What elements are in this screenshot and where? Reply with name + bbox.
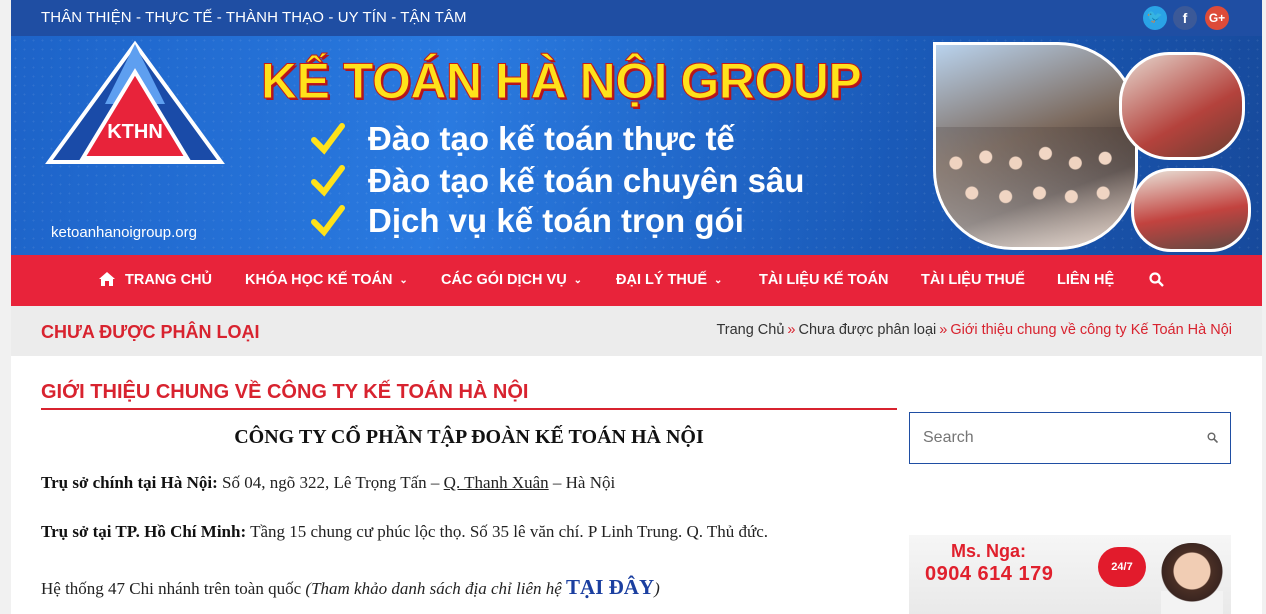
page: THÂN THIỆN - THỰC TẾ - THÀNH THẠO - UY T… xyxy=(0,0,1266,614)
support-agent-image xyxy=(1161,543,1223,614)
title-divider xyxy=(41,408,897,410)
breadcrumb: Trang Chủ» Chưa được phân loại» Giới thiệu… xyxy=(716,322,1232,338)
breadcrumb-category-link[interactable]: Chưa được phân loại xyxy=(798,322,936,338)
hcm-address: Tầng 15 chung cư phúc lộc thọ. Số 35 lê … xyxy=(246,522,769,541)
main-nav: TRANG CHỦ KHÓA HỌC KẾ TOÁN ⌄ CÁC GÓI DỊCH… xyxy=(11,255,1262,306)
thanh-xuan-link[interactable]: Q. Thanh Xuân xyxy=(444,473,549,492)
branches-text: Hệ thống 47 Chi nhánh trên toàn quốc xyxy=(41,579,306,598)
classroom-photo xyxy=(1119,52,1245,160)
nav-item-tax-docs[interactable]: TÀI LIỆU THUẾ xyxy=(921,272,1025,288)
contact-name: Ms. Nga: xyxy=(951,541,1027,561)
hq-hcm-paragraph: Trụ sở tại TP. Hồ Chí Minh: Tầng 15 chun… xyxy=(41,522,768,542)
branches-note: (Tham khảo danh sách địa chỉ liên hệ xyxy=(305,579,567,598)
hq-city: – Hà Nội xyxy=(548,473,616,492)
nav-item-home[interactable]: TRANG CHỦ xyxy=(125,272,212,288)
banner-url: ketoanhanoigroup.org xyxy=(51,224,197,241)
twitter-icon[interactable]: 🐦 xyxy=(1143,6,1167,30)
branches-paragraph: Hệ thống 47 Chi nhánh trên toàn quốc (Th… xyxy=(41,575,660,600)
contact-banner[interactable]: Ms. Nga: 0904 614 179 24/7 xyxy=(909,535,1231,614)
branches-here-link[interactable]: TẠI ĐÂY xyxy=(566,575,654,599)
company-name: CÔNG TY CỔ PHẦN TẬP ĐOÀN KẾ TOÁN HÀ NỘI xyxy=(234,426,704,448)
nav-item-tax-agent[interactable]: ĐẠI LÝ THUẾ ⌄ xyxy=(616,272,722,288)
banner-title: KẾ TOÁN HÀ NỘI GROUP xyxy=(260,53,862,110)
top-bar: THÂN THIỆN - THỰC TẾ - THÀNH THẠO - UY T… xyxy=(11,0,1262,36)
banner-bullet-1: Đào tạo kế toán thực tế xyxy=(368,120,735,157)
chevron-down-icon: ⌄ xyxy=(714,275,723,286)
breadcrumb-current: Giới thiệu chung về công ty Kế Toán Hà N… xyxy=(950,322,1232,338)
search-input[interactable] xyxy=(910,413,1190,463)
nav-item-contact[interactable]: LIÊN HỆ xyxy=(1057,272,1114,288)
search-icon[interactable] xyxy=(1149,272,1164,287)
header-banner[interactable]: KTHN ketoanhanoigroup.org KẾ TOÁN HÀ NỘI… xyxy=(11,36,1262,255)
hq-hanoi-paragraph: Trụ sở chính tại Hà Nội: Số 04, ngõ 322,… xyxy=(41,473,615,493)
branches-note-close: ) xyxy=(654,579,660,598)
search-icon[interactable] xyxy=(1207,432,1218,443)
breadcrumb-bar: CHƯA ĐƯỢC PHÂN LOẠI Trang Chủ» Chưa được … xyxy=(11,306,1262,356)
sidebar-search xyxy=(909,412,1231,464)
banner-bullet-3: Dịch vụ kế toán trọn gói xyxy=(368,202,744,239)
kthn-logo[interactable]: KTHN xyxy=(45,40,225,220)
chevron-down-icon: ⌄ xyxy=(573,275,583,286)
phone-24-7-icon: 24/7 xyxy=(1098,547,1146,587)
nav-item-service-packages[interactable]: CÁC GÓI DỊCH VỤ ⌄ xyxy=(441,272,582,288)
breadcrumb-separator: » xyxy=(787,322,796,338)
check-icon xyxy=(311,205,345,237)
post-title: GIỚI THIỆU CHUNG VỀ CÔNG TY KẾ TOÁN HÀ N… xyxy=(41,381,529,403)
check-icon xyxy=(311,123,345,155)
banner-bullet-2: Đào tạo kế toán chuyên sâu xyxy=(368,162,805,199)
facebook-icon[interactable]: f xyxy=(1173,6,1197,30)
hq-label: Trụ sở chính tại Hà Nội: xyxy=(41,473,218,492)
home-icon[interactable] xyxy=(98,271,116,287)
breadcrumb-home-link[interactable]: Trang Chủ xyxy=(716,322,784,338)
main-content: GIỚI THIỆU CHUNG VỀ CÔNG TY KẾ TOÁN HÀ N… xyxy=(11,356,1262,614)
tagline: THÂN THIỆN - THỰC TẾ - THÀNH THẠO - UY T… xyxy=(41,9,467,26)
breadcrumb-separator: » xyxy=(939,322,948,338)
group-photo xyxy=(933,42,1138,250)
google-plus-icon[interactable]: G+ xyxy=(1205,6,1229,30)
nav-item-accounting-courses[interactable]: KHÓA HỌC KẾ TOÁN ⌄ xyxy=(245,272,408,288)
chevron-down-icon: ⌄ xyxy=(399,275,408,286)
hq-address: Số 04, ngõ 322, Lê Trọng Tấn – xyxy=(217,473,444,492)
contact-phone[interactable]: 0904 614 179 xyxy=(925,563,1053,586)
logo-text: KTHN xyxy=(107,121,163,143)
hcm-label: Trụ sở tại TP. Hồ Chí Minh: xyxy=(41,522,247,541)
check-icon xyxy=(311,165,345,197)
students-photo xyxy=(1131,168,1251,252)
nav-item-accounting-docs[interactable]: TÀI LIỆU KẾ TOÁN xyxy=(759,272,888,288)
category-title: CHƯA ĐƯỢC PHÂN LOẠI xyxy=(41,322,260,342)
